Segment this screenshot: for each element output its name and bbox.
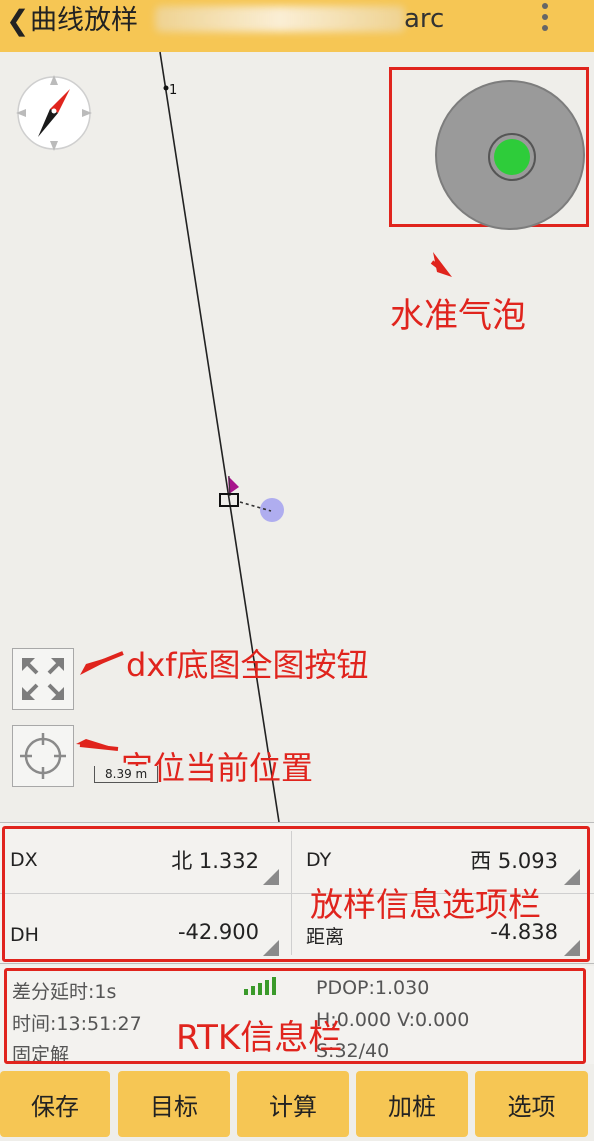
current-position-dot	[260, 498, 284, 522]
curve-line	[159, 51, 280, 822]
target-button[interactable]: 目标	[118, 1071, 230, 1137]
compass-icon[interactable]	[12, 71, 96, 155]
annotation-arrow-bubble	[433, 252, 452, 277]
save-button[interactable]: 保存	[0, 1071, 110, 1137]
options-button[interactable]: 选项	[475, 1071, 588, 1137]
level-bubble-frame	[389, 67, 589, 230]
full-map-button[interactable]	[12, 648, 74, 710]
point-label: 1	[169, 83, 177, 98]
crosshair-icon	[20, 733, 66, 779]
annotation-level-bubble: 水准气泡	[390, 296, 526, 336]
add-stake-button[interactable]: 加桩	[356, 1071, 468, 1137]
bubble-dot	[494, 139, 530, 175]
bottom-action-bar: 保存 目标 计算 加桩 选项	[0, 1066, 594, 1141]
expand-icon	[22, 658, 64, 700]
scale-bar: 8.39 m	[94, 766, 159, 783]
locate-button[interactable]	[12, 725, 74, 787]
annotation-full-map-button: dxf底图全图按钮	[126, 646, 369, 684]
annotation-rtk-bar: RTK信息栏	[176, 1018, 343, 1058]
calculate-button[interactable]: 计算	[237, 1071, 349, 1137]
level-bubble	[435, 80, 585, 230]
point-marker	[163, 85, 169, 91]
annotation-stakeout-bar: 放样信息选项栏	[310, 885, 541, 924]
